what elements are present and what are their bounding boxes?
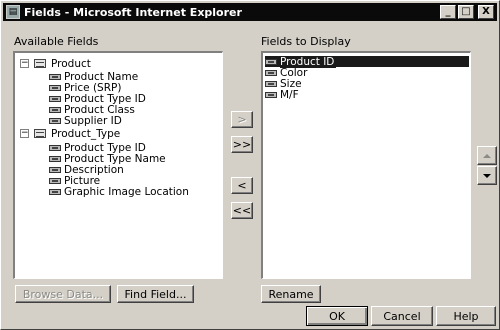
tree-field-row[interactable]: Product Class bbox=[49, 104, 135, 116]
help-button[interactable]: Help bbox=[436, 306, 496, 326]
arrow-down-icon bbox=[483, 173, 491, 178]
field-icon bbox=[265, 80, 277, 87]
collapse-icon[interactable]: − bbox=[20, 129, 29, 138]
rename-button[interactable]: Rename bbox=[261, 285, 321, 303]
field-icon bbox=[49, 73, 61, 80]
tree-field-row[interactable]: Description bbox=[49, 164, 124, 176]
tree-field-row[interactable]: Product Type Name bbox=[49, 153, 166, 165]
field-name: Supplier ID bbox=[64, 114, 122, 127]
tree-field-row[interactable]: Product Type ID bbox=[49, 142, 146, 154]
table-name: Product bbox=[51, 57, 91, 70]
fields-dialog: ▤ Fields - Microsoft Internet Explorer _… bbox=[0, 0, 500, 330]
available-fields-label: Available Fields bbox=[14, 35, 99, 48]
remove-all-fields-button[interactable]: << bbox=[231, 202, 253, 219]
fields-to-display-label: Fields to Display bbox=[261, 35, 351, 48]
tree-field-row[interactable]: Graphic Image Location bbox=[49, 185, 189, 198]
collapse-icon[interactable]: − bbox=[20, 59, 29, 68]
window-icon: ▤ bbox=[6, 5, 20, 19]
fields-to-display-list[interactable]: Product ID Color Size M/F bbox=[261, 51, 471, 279]
display-field-row[interactable]: Color bbox=[265, 67, 307, 79]
field-icon bbox=[265, 58, 277, 65]
tree-node-product-type[interactable]: − Product_Type bbox=[20, 127, 121, 140]
add-all-fields-button[interactable]: >> bbox=[231, 136, 253, 153]
field-icon bbox=[49, 95, 61, 102]
field-icon bbox=[49, 106, 61, 113]
field-icon bbox=[49, 117, 61, 124]
display-field-row-selected[interactable]: Product ID bbox=[265, 55, 469, 68]
tree-node-product[interactable]: − Product bbox=[20, 57, 91, 70]
field-icon bbox=[49, 84, 61, 91]
tree-field-row[interactable]: Product Type ID bbox=[49, 93, 146, 105]
field-icon bbox=[49, 155, 61, 162]
browse-data-button[interactable]: Browse Data... bbox=[15, 285, 111, 303]
close-button[interactable]: X bbox=[478, 5, 494, 19]
move-down-button[interactable] bbox=[477, 166, 497, 185]
field-name: Graphic Image Location bbox=[64, 185, 189, 198]
available-fields-tree[interactable]: − Product Product Name Price (SRP) Produ… bbox=[13, 51, 223, 279]
title-bar[interactable]: ▤ Fields - Microsoft Internet Explorer _… bbox=[3, 3, 497, 21]
arrow-up-icon bbox=[483, 153, 491, 158]
tree-field-row[interactable]: Picture bbox=[49, 175, 100, 187]
field-name: M/F bbox=[280, 88, 299, 101]
display-field-row[interactable]: M/F bbox=[265, 88, 299, 101]
field-icon bbox=[49, 166, 61, 173]
cancel-button[interactable]: Cancel bbox=[371, 306, 433, 326]
tree-field-row[interactable]: Product Name bbox=[49, 71, 138, 83]
move-up-button[interactable] bbox=[477, 146, 497, 165]
field-icon bbox=[49, 188, 61, 195]
field-icon bbox=[49, 144, 61, 151]
window-title: Fields - Microsoft Internet Explorer bbox=[24, 5, 242, 19]
remove-field-button[interactable]: < bbox=[231, 177, 253, 194]
field-icon bbox=[265, 91, 277, 98]
field-icon bbox=[49, 177, 61, 184]
minimize-button[interactable]: _ bbox=[440, 5, 456, 19]
find-field-button[interactable]: Find Field... bbox=[117, 285, 194, 303]
maximize-button[interactable]: □ bbox=[458, 5, 474, 19]
table-icon bbox=[34, 129, 46, 138]
display-field-row[interactable]: Size bbox=[265, 78, 302, 90]
table-icon bbox=[34, 59, 46, 68]
field-icon bbox=[265, 69, 277, 76]
table-name: Product_Type bbox=[51, 127, 121, 140]
add-field-button[interactable]: > bbox=[231, 111, 253, 128]
tree-field-row[interactable]: Price (SRP) bbox=[49, 82, 121, 94]
ok-button[interactable]: OK bbox=[306, 306, 368, 326]
tree-field-row[interactable]: Supplier ID bbox=[49, 114, 122, 127]
